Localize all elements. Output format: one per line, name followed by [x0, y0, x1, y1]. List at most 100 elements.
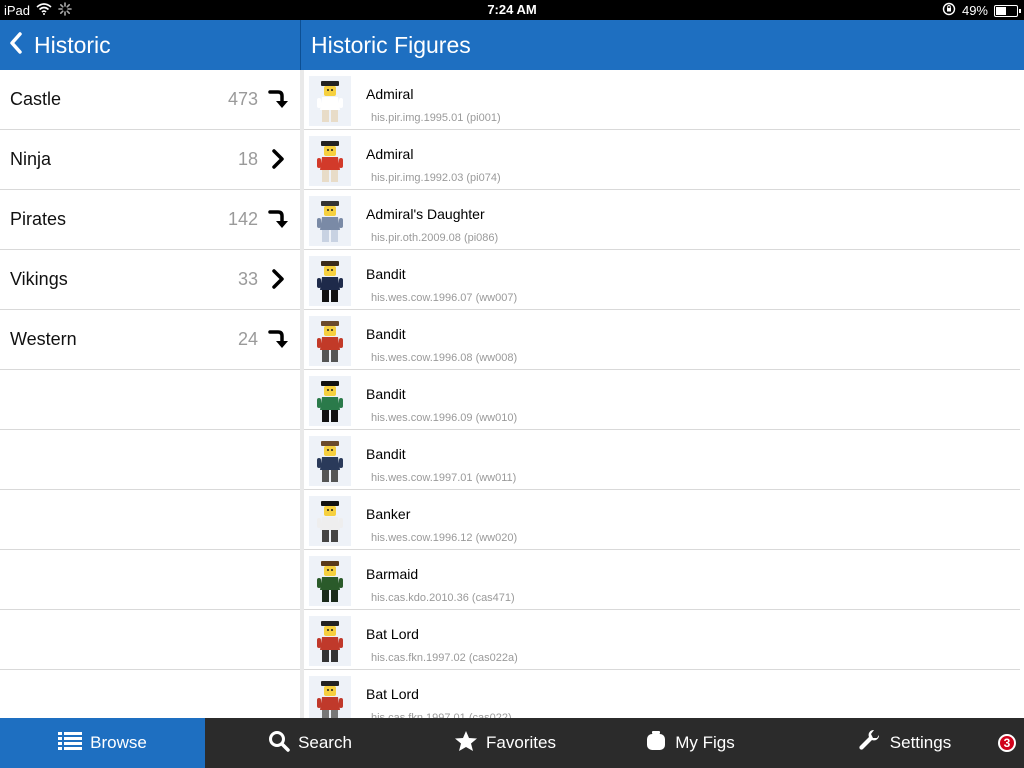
figure-code: his.wes.cow.1997.01 (ww011) [371, 472, 517, 484]
minifig-thumbnail [309, 136, 351, 186]
figure-row[interactable]: Banker his.wes.cow.1996.12 (ww020) [304, 490, 1020, 550]
tab-label: Browse [90, 733, 147, 752]
category-count: 142 [227, 209, 258, 229]
tab-search[interactable]: Search [205, 718, 415, 768]
chevron-left-icon [8, 31, 24, 59]
minifig-thumbnail [309, 616, 351, 666]
page-title: Historic Figures [311, 32, 471, 58]
figure-name: Bandit [366, 266, 406, 282]
category-name: Pirates [10, 209, 67, 229]
figure-code: his.wes.cow.1996.07 (ww007) [371, 292, 518, 304]
figure-row[interactable]: Admiral his.pir.img.1992.03 (pi074) [304, 130, 1020, 190]
minifig-thumbnail [309, 196, 351, 246]
figure-name: Bat Lord [366, 686, 419, 702]
figure-name: Bat Lord [366, 626, 419, 642]
figure-code: his.wes.cow.1996.09 (ww010) [371, 412, 518, 424]
empty-row [0, 370, 300, 430]
figure-code: his.pir.img.1992.03 (pi074) [371, 172, 501, 184]
figure-row[interactable]: Bat Lord his.cas.fkn.1997.01 (cas022) [304, 670, 1020, 718]
category-row-vikings[interactable]: Vikings 33 [0, 250, 300, 310]
tab-browse[interactable]: Browse [0, 718, 205, 768]
figure-name: Bandit [366, 326, 406, 342]
curved-down-arrow-icon[interactable] [266, 207, 290, 231]
minifig-head-icon [645, 730, 667, 757]
category-name: Castle [10, 89, 62, 109]
figure-row[interactable]: Barmaid his.cas.kdo.2010.36 (cas471) [304, 550, 1020, 610]
figure-row[interactable]: Admiral his.pir.img.1995.01 (pi001) [304, 70, 1020, 130]
figure-row[interactable]: Admiral's Daughter his.pir.oth.2009.08 (p… [304, 190, 1020, 250]
empty-row [0, 430, 300, 490]
battery-level [996, 6, 1006, 15]
tab-settings[interactable]: Settings 3 [785, 718, 1024, 768]
category-name: Vikings [10, 269, 68, 289]
star-icon [454, 730, 478, 757]
category-row-western[interactable]: Western 24 [0, 310, 300, 370]
category-count: 473 [227, 89, 258, 109]
tab-label: Search [298, 733, 352, 752]
figure-code: his.wes.cow.1996.08 (ww008) [371, 352, 518, 364]
category-count: 24 [237, 329, 258, 349]
category-row-ninja[interactable]: Ninja 18 [0, 130, 300, 190]
category-row-pirates[interactable]: Pirates 142 [0, 190, 300, 250]
orientation-lock-icon [942, 2, 956, 19]
tab-label: My Figs [675, 733, 735, 752]
figure-list[interactable]: Admiral his.pir.img.1995.01 (pi001) Admira… [304, 70, 1020, 718]
tab-my-figs[interactable]: My Figs [595, 718, 785, 768]
figure-code: his.wes.cow.1996.12 (ww020) [371, 532, 518, 544]
figure-row[interactable]: Bat Lord his.cas.fkn.1997.02 (cas022a) [304, 610, 1020, 670]
magnifier-icon [268, 730, 290, 757]
right-nav-bar: Historic Figures [301, 20, 1024, 70]
empty-row [0, 610, 300, 670]
tab-bar: Browse Search Favorites My Figs Settings 3 [0, 718, 1024, 768]
curved-down-arrow-icon[interactable] [266, 87, 290, 111]
figure-code: his.cas.fkn.1997.02 (cas022a) [371, 652, 518, 664]
category-count: 18 [237, 149, 258, 169]
status-bar: iPad 7:24 AM 49% [0, 0, 1024, 20]
empty-row [0, 550, 300, 610]
category-list: Castle 473 Ninja 18 Pirates 142 Vikings 33 Weste… [0, 70, 300, 718]
category-name: Western [10, 329, 77, 349]
minifig-thumbnail [309, 256, 351, 306]
status-right: 49% [942, 2, 1021, 19]
figure-name: Bandit [366, 386, 406, 402]
figure-row[interactable]: Bandit his.wes.cow.1996.07 (ww007) [304, 250, 1020, 310]
category-count: 33 [237, 269, 258, 289]
list-icon [58, 731, 83, 756]
figure-name: Bandit [366, 446, 406, 462]
tab-favorites[interactable]: Favorites [415, 718, 595, 768]
battery-icon [994, 4, 1021, 17]
minifig-thumbnail [309, 436, 351, 486]
minifig-thumbnail [309, 556, 351, 606]
tab-label: Favorites [486, 733, 556, 752]
figure-name: Barmaid [366, 566, 419, 582]
figure-code: his.pir.img.1995.01 (pi001) [371, 112, 501, 124]
figure-code: his.pir.oth.2009.08 (pi086) [371, 232, 499, 244]
chevron-right-icon[interactable] [266, 147, 290, 171]
figure-row[interactable]: Bandit his.wes.cow.1997.01 (ww011) [304, 430, 1020, 490]
minifig-thumbnail [309, 376, 351, 426]
category-name: Ninja [10, 149, 52, 169]
notification-badge: 3 [998, 734, 1016, 752]
figure-name: Admiral [366, 86, 414, 102]
minifig-thumbnail [309, 676, 351, 718]
figure-row[interactable]: Bandit his.wes.cow.1996.08 (ww008) [304, 310, 1020, 370]
wrench-icon [858, 729, 882, 758]
figure-name: Admiral [366, 146, 414, 162]
minifig-thumbnail [309, 316, 351, 366]
status-time: 7:24 AM [487, 2, 537, 17]
back-title: Historic [34, 31, 111, 58]
curved-down-arrow-icon[interactable] [266, 327, 290, 351]
battery-percent: 49% [961, 3, 988, 18]
tab-label: Settings [889, 733, 952, 752]
minifig-thumbnail [309, 76, 351, 126]
figure-code: his.cas.kdo.2010.36 (cas471) [371, 592, 515, 604]
figure-name: Admiral's Daughter [366, 206, 485, 222]
empty-row [0, 670, 300, 718]
minifig-thumbnail [309, 496, 351, 546]
figure-row[interactable]: Bandit his.wes.cow.1996.09 (ww010) [304, 370, 1020, 430]
category-row-castle[interactable]: Castle 473 [0, 70, 300, 130]
left-nav-bar: Historic [0, 20, 300, 70]
chevron-right-icon[interactable] [266, 267, 290, 291]
figure-name: Banker [366, 506, 411, 522]
back-button[interactable]: Historic [8, 20, 111, 70]
